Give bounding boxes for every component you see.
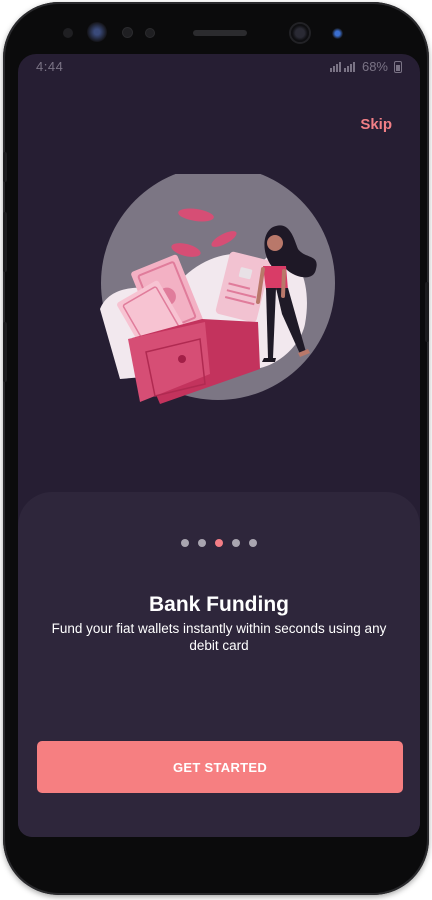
page-dot[interactable] bbox=[232, 539, 240, 547]
earpiece-speaker bbox=[193, 30, 247, 36]
wallet-card-money-illustration bbox=[100, 174, 335, 404]
page-indicator bbox=[18, 539, 420, 547]
status-time: 4:44 bbox=[36, 59, 64, 74]
side-button bbox=[3, 152, 7, 182]
proximity-sensor-icon bbox=[123, 28, 132, 37]
volume-up-button bbox=[3, 212, 7, 272]
onboarding-sheet: Bank Funding Fund your fiat wallets inst… bbox=[18, 492, 420, 837]
onboarding-title: Bank Funding bbox=[149, 593, 289, 616]
iris-camera-icon bbox=[332, 28, 343, 39]
app-screen: 4:44 68% Skip Bank Funding Fund your fia… bbox=[18, 54, 420, 837]
page-dot[interactable] bbox=[181, 539, 189, 547]
status-bar: 4:44 68% bbox=[18, 54, 420, 78]
signal-icon bbox=[329, 62, 355, 72]
page-dot[interactable] bbox=[249, 539, 257, 547]
page-dot[interactable] bbox=[198, 539, 206, 547]
phone-frame: 4:44 68% Skip Bank Funding Fund your fia… bbox=[3, 2, 429, 895]
get-started-button[interactable]: GET STARTED bbox=[37, 741, 403, 793]
status-indicators: 68% bbox=[329, 59, 402, 74]
front-camera-icon bbox=[291, 24, 309, 42]
front-sensor-icon bbox=[63, 28, 73, 38]
light-sensor-icon bbox=[146, 29, 154, 37]
battery-percent: 68% bbox=[361, 59, 388, 74]
volume-down-button bbox=[3, 322, 7, 382]
battery-icon bbox=[394, 60, 402, 73]
iris-scanner-icon bbox=[87, 22, 107, 42]
skip-button[interactable]: Skip bbox=[360, 116, 392, 133]
power-button bbox=[425, 282, 429, 342]
page-dot-active[interactable] bbox=[215, 539, 223, 547]
onboarding-subtitle: Fund your fiat wallets instantly within … bbox=[51, 621, 387, 653]
